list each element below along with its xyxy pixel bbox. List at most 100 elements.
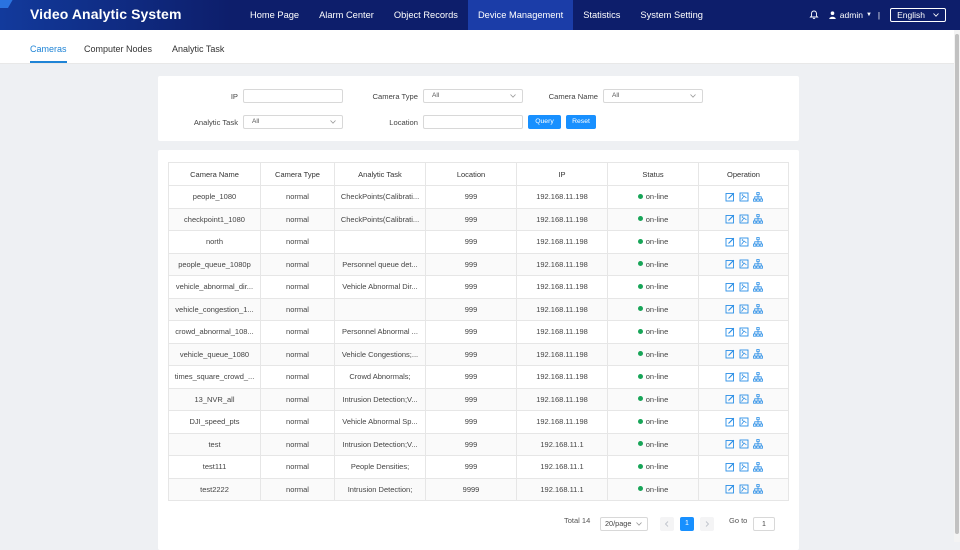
edit-icon[interactable] — [725, 394, 735, 404]
config-icon[interactable] — [739, 394, 749, 404]
camera-type-value: All — [432, 92, 440, 99]
cell-camera-type: normal — [260, 342, 335, 366]
cell-camera-type: normal — [260, 455, 335, 479]
cell-status: on-line — [607, 477, 699, 501]
config-icon[interactable] — [739, 259, 749, 269]
status-text: on-line — [645, 327, 669, 337]
edit-icon[interactable] — [725, 259, 735, 269]
edit-icon[interactable] — [725, 327, 735, 337]
topology-icon[interactable] — [752, 439, 763, 449]
topology-icon[interactable] — [752, 191, 763, 202]
cell-camera-name: people_queue_1080p — [168, 252, 261, 276]
column-header-location[interactable]: Location — [425, 162, 517, 186]
column-header-status[interactable]: Status — [607, 162, 699, 186]
config-icon[interactable] — [739, 439, 749, 449]
cell-location: 999 — [425, 230, 517, 254]
nav-item-object-records[interactable]: Object Records — [384, 0, 468, 30]
tab-cameras[interactable]: Cameras — [30, 30, 67, 63]
topology-icon[interactable] — [752, 371, 763, 382]
prev-page-button[interactable] — [660, 517, 674, 531]
user-name[interactable]: admin — [840, 10, 863, 20]
config-icon[interactable] — [739, 327, 749, 337]
edit-icon[interactable] — [725, 304, 735, 314]
camera-type-select[interactable]: All — [423, 89, 523, 103]
topology-icon[interactable] — [752, 461, 763, 472]
status-dot-icon — [637, 261, 643, 267]
edit-icon[interactable] — [725, 349, 735, 359]
config-icon[interactable] — [739, 417, 749, 427]
topology-icon[interactable] — [752, 394, 763, 404]
config-icon[interactable] — [739, 349, 749, 359]
cell-analytic-task: Crowd Abnormals; — [334, 365, 426, 389]
nav-item-system-setting[interactable]: System Setting — [630, 0, 713, 30]
nav-item-statistics[interactable]: Statistics — [573, 0, 630, 30]
edit-icon[interactable] — [725, 372, 735, 382]
bell-icon[interactable] — [809, 10, 819, 20]
camera-name-select[interactable]: All — [603, 89, 703, 103]
topology-icon[interactable] — [752, 214, 763, 224]
user-menu-chevron-icon[interactable]: ▼ — [866, 12, 872, 18]
language-select[interactable]: English — [890, 8, 946, 22]
ip-input[interactable] — [243, 89, 343, 103]
config-icon[interactable] — [739, 484, 749, 494]
cell-operation — [698, 230, 789, 254]
edit-icon[interactable] — [725, 417, 735, 427]
edit-icon[interactable] — [725, 484, 735, 494]
nav-item-alarm-center[interactable]: Alarm Center — [309, 0, 384, 30]
nav-item-home-page[interactable]: Home Page — [240, 0, 309, 30]
cell-location: 999 — [425, 185, 517, 209]
cell-camera-name: test111 — [168, 455, 261, 479]
page-number-current[interactable]: 1 — [680, 517, 694, 531]
reset-button[interactable]: Reset — [566, 115, 596, 129]
topology-icon[interactable] — [752, 349, 763, 359]
cell-camera-name: vehicle_queue_1080 — [168, 342, 261, 366]
status-dot-icon — [637, 396, 643, 402]
column-header-camera-name[interactable]: Camera Name — [168, 162, 261, 186]
edit-icon[interactable] — [725, 214, 735, 224]
next-page-button[interactable] — [700, 517, 714, 531]
query-button[interactable]: Query — [528, 115, 561, 129]
column-header-analytic-task[interactable]: Analytic Task — [334, 162, 426, 186]
edit-icon[interactable] — [725, 282, 735, 292]
cell-camera-type: normal — [260, 275, 335, 299]
cell-ip: 192.168.11.198 — [516, 252, 608, 276]
column-header-ip[interactable]: IP — [516, 162, 608, 186]
status-dot-icon — [637, 463, 643, 469]
tab-computer-nodes[interactable]: Computer Nodes — [84, 30, 152, 63]
edit-icon[interactable] — [725, 439, 735, 449]
config-icon[interactable] — [739, 192, 749, 202]
cell-camera-name: test2222 — [168, 477, 261, 501]
topology-icon[interactable] — [752, 236, 763, 247]
analytic-task-select[interactable]: All — [243, 115, 343, 129]
cell-camera-type: normal — [260, 185, 335, 209]
topology-icon[interactable] — [752, 304, 763, 314]
config-icon[interactable] — [739, 282, 749, 292]
config-icon[interactable] — [739, 372, 749, 382]
ip-label: IP — [230, 92, 238, 101]
cell-status: on-line — [607, 320, 699, 344]
nav-item-device-management[interactable]: Device Management — [467, 0, 574, 30]
config-icon[interactable] — [739, 462, 749, 472]
status-dot-icon — [637, 373, 643, 379]
edit-icon[interactable] — [725, 237, 735, 247]
cell-location: 999 — [425, 365, 517, 389]
location-input[interactable] — [423, 115, 523, 129]
topology-icon[interactable] — [752, 416, 763, 427]
cell-analytic-task — [334, 297, 426, 321]
topology-icon[interactable] — [752, 281, 763, 292]
edit-icon[interactable] — [725, 192, 735, 202]
edit-icon[interactable] — [725, 462, 735, 472]
page-size-select[interactable]: 20/page — [600, 517, 648, 531]
camera-name-value: All — [612, 92, 620, 99]
tab-analytic-task[interactable]: Analytic Task — [172, 30, 224, 63]
topology-icon[interactable] — [752, 484, 763, 494]
scrollbar-thumb[interactable] — [955, 34, 959, 534]
config-icon[interactable] — [739, 237, 749, 247]
column-header-camera-type[interactable]: Camera Type — [260, 162, 335, 186]
config-icon[interactable] — [739, 214, 749, 224]
topology-icon[interactable] — [752, 259, 763, 269]
goto-page-input[interactable]: 1 — [753, 517, 775, 531]
config-icon[interactable] — [739, 304, 749, 314]
cell-camera-name: vehicle_abnormal_dir... — [168, 275, 261, 299]
topology-icon[interactable] — [752, 326, 763, 337]
